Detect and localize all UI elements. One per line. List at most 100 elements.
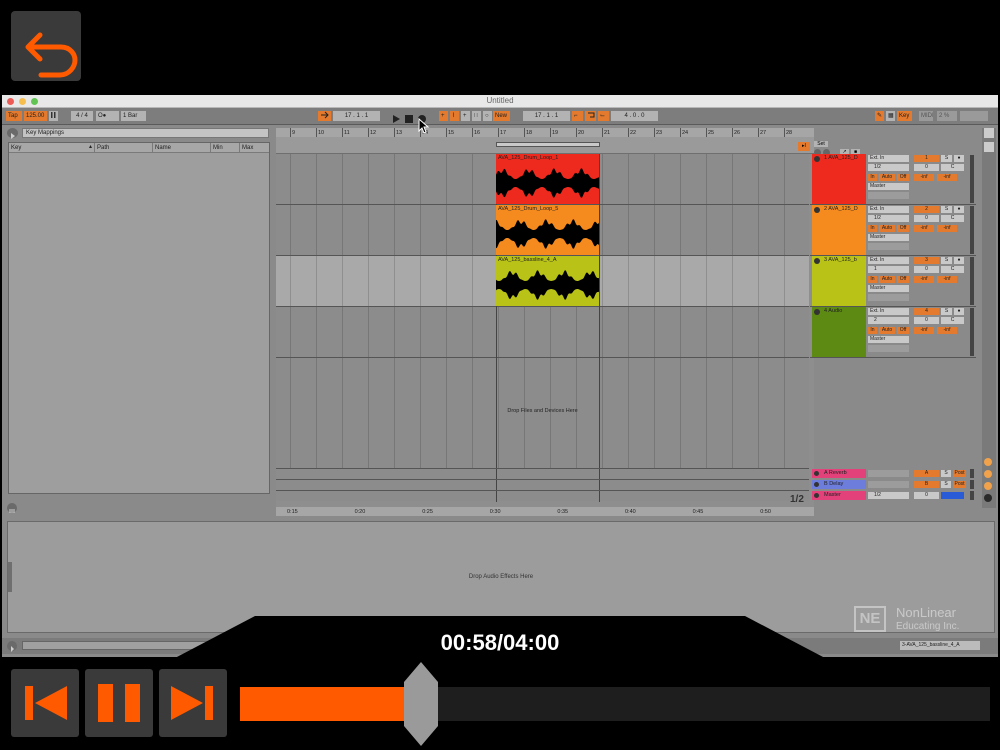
audio-clip[interactable]: AVA_125_Drum_Loop_1 bbox=[496, 154, 599, 204]
metronome-button[interactable]: O● bbox=[96, 111, 119, 121]
computer-keyboard-button[interactable]: ▦ bbox=[886, 111, 895, 121]
monitor-off-button[interactable]: Off bbox=[897, 327, 909, 334]
track-activator[interactable]: 2 bbox=[914, 206, 939, 213]
track-header[interactable]: 1 AVA_125_D bbox=[812, 154, 866, 204]
volume-field[interactable]: 0 bbox=[914, 317, 939, 324]
arm-button[interactable]: ● bbox=[954, 206, 964, 213]
quantize-menu[interactable]: 1 Bar bbox=[121, 111, 146, 121]
track-activator[interactable]: 1 bbox=[914, 155, 939, 162]
punch-out-button[interactable]: ⌙ bbox=[598, 111, 609, 121]
overdub-button[interactable]: + bbox=[439, 111, 448, 121]
col-max[interactable]: Max bbox=[242, 144, 253, 152]
send-a-field[interactable]: -inf bbox=[914, 174, 934, 181]
track-header[interactable]: 2 AVA_125_D bbox=[812, 205, 866, 255]
monitor-in-button[interactable]: In bbox=[868, 225, 877, 232]
master-channel-menu[interactable]: 1/2 bbox=[868, 492, 909, 499]
punch-in-button[interactable]: ⌐ bbox=[572, 111, 583, 121]
fold-icon[interactable] bbox=[814, 493, 819, 498]
monitor-auto-button[interactable]: Auto bbox=[879, 174, 895, 181]
midi-map-button[interactable]: MIDI bbox=[919, 111, 933, 121]
fold-icon[interactable] bbox=[814, 207, 820, 213]
track-activator[interactable]: 4 bbox=[914, 308, 939, 315]
loop-start-field[interactable]: 17 . 1 . 1 bbox=[523, 111, 570, 121]
col-name[interactable]: Name bbox=[155, 144, 171, 152]
arrangement-position-field[interactable]: 17 . 1 . 1 bbox=[333, 111, 380, 121]
input-channel-menu[interactable]: 2 bbox=[868, 317, 909, 324]
output-channel-menu[interactable] bbox=[868, 294, 909, 301]
monitor-off-button[interactable]: Off bbox=[897, 174, 909, 181]
output-channel-menu[interactable] bbox=[868, 192, 909, 199]
tempo-field[interactable]: 125.00 bbox=[24, 111, 47, 121]
return-header[interactable]: B Delay bbox=[812, 480, 866, 489]
io-toggle[interactable] bbox=[984, 458, 992, 466]
previous-button[interactable] bbox=[11, 669, 79, 737]
monitor-auto-button[interactable]: Auto bbox=[879, 225, 895, 232]
return-activator[interactable]: B bbox=[914, 481, 939, 488]
output-menu[interactable]: Master bbox=[868, 336, 909, 343]
loop-switch[interactable] bbox=[585, 111, 596, 121]
col-key[interactable]: Key bbox=[11, 144, 21, 152]
re-enable-automation-button[interactable]: + bbox=[461, 111, 470, 121]
device-scroll-handle[interactable] bbox=[8, 562, 12, 592]
audio-clip[interactable]: AVA_125_bassline_4_A bbox=[496, 256, 599, 306]
bar-ruler[interactable]: 910111213141516171819202122232425262728 bbox=[276, 128, 814, 137]
monitor-auto-button[interactable]: Auto bbox=[879, 327, 895, 334]
stop-button[interactable] bbox=[404, 111, 414, 123]
fold-icon[interactable] bbox=[814, 258, 820, 264]
return-solo[interactable]: S bbox=[941, 470, 951, 477]
track-header[interactable]: 3 AVA_125_b bbox=[812, 256, 866, 306]
master-volume[interactable]: 0 bbox=[914, 492, 939, 499]
monitor-off-button[interactable]: Off bbox=[897, 225, 909, 232]
set-button[interactable]: Set bbox=[814, 141, 828, 147]
volume-field[interactable]: 0 bbox=[914, 164, 939, 171]
track-lane[interactable]: AVA_125_Drum_Loop_5 bbox=[276, 205, 809, 256]
play-button[interactable] bbox=[391, 111, 401, 123]
arm-button[interactable]: ● bbox=[954, 155, 964, 162]
seek-bar[interactable] bbox=[240, 687, 990, 721]
output-menu[interactable]: Master bbox=[868, 234, 909, 241]
return-header[interactable]: A Reverb bbox=[812, 469, 866, 478]
loop-brace-lane[interactable]: ▸I bbox=[276, 137, 814, 154]
key-map-button[interactable]: Key bbox=[897, 111, 912, 121]
monitor-in-button[interactable]: In bbox=[868, 174, 877, 181]
browser-toggle-button[interactable] bbox=[7, 128, 18, 139]
master-pan[interactable] bbox=[941, 492, 964, 499]
follow-button[interactable] bbox=[318, 111, 331, 121]
track-header[interactable]: 4 Audio bbox=[812, 307, 866, 357]
output-channel-menu[interactable] bbox=[868, 345, 909, 352]
send-a-field[interactable]: -inf bbox=[914, 327, 934, 334]
mixer-toggle[interactable] bbox=[984, 494, 992, 502]
view-toggle-1[interactable] bbox=[984, 128, 994, 138]
input-channel-menu[interactable]: 1/2 bbox=[868, 164, 909, 171]
track-lane[interactable] bbox=[276, 307, 809, 358]
fold-icon[interactable] bbox=[814, 482, 819, 487]
send-b-field[interactable]: -inf bbox=[937, 174, 957, 181]
loop-length-field[interactable]: 4 . 0 . 0 bbox=[611, 111, 658, 121]
solo-button[interactable]: S bbox=[941, 257, 952, 264]
fold-icon[interactable] bbox=[814, 156, 820, 162]
pan-field[interactable]: C bbox=[941, 215, 964, 222]
seek-thumb[interactable] bbox=[403, 662, 439, 746]
time-ruler[interactable]: 0:15 0:20 0:25 0:30 0:35 0:40 0:45 0:50 bbox=[276, 507, 814, 516]
monitor-in-button[interactable]: In bbox=[868, 327, 877, 334]
sends-toggle[interactable] bbox=[984, 470, 992, 478]
output-menu[interactable]: Master bbox=[868, 183, 909, 190]
col-path[interactable]: Path bbox=[97, 144, 109, 152]
input-type-menu[interactable]: Ext. In bbox=[868, 308, 909, 315]
pause-button[interactable] bbox=[85, 669, 153, 737]
input-type-menu[interactable]: Ext. In bbox=[868, 257, 909, 264]
return-lane[interactable] bbox=[276, 479, 809, 491]
view-toggle-2[interactable] bbox=[984, 142, 994, 152]
next-button[interactable] bbox=[159, 669, 227, 737]
monitor-in-button[interactable]: In bbox=[868, 276, 877, 283]
session-record-button[interactable]: ○ bbox=[483, 111, 492, 121]
arm-button[interactable]: ● bbox=[954, 308, 964, 315]
pan-field[interactable]: C bbox=[941, 317, 964, 324]
capture-button[interactable]: ∷ bbox=[472, 111, 481, 121]
return-solo[interactable]: S bbox=[941, 481, 951, 488]
fold-icon[interactable] bbox=[814, 309, 820, 315]
send-b-field[interactable]: -inf bbox=[937, 276, 957, 283]
output-channel-menu[interactable] bbox=[868, 243, 909, 250]
automation-arm-button[interactable]: ⌇ bbox=[450, 111, 459, 121]
input-type-menu[interactable]: Ext. In bbox=[868, 155, 909, 162]
